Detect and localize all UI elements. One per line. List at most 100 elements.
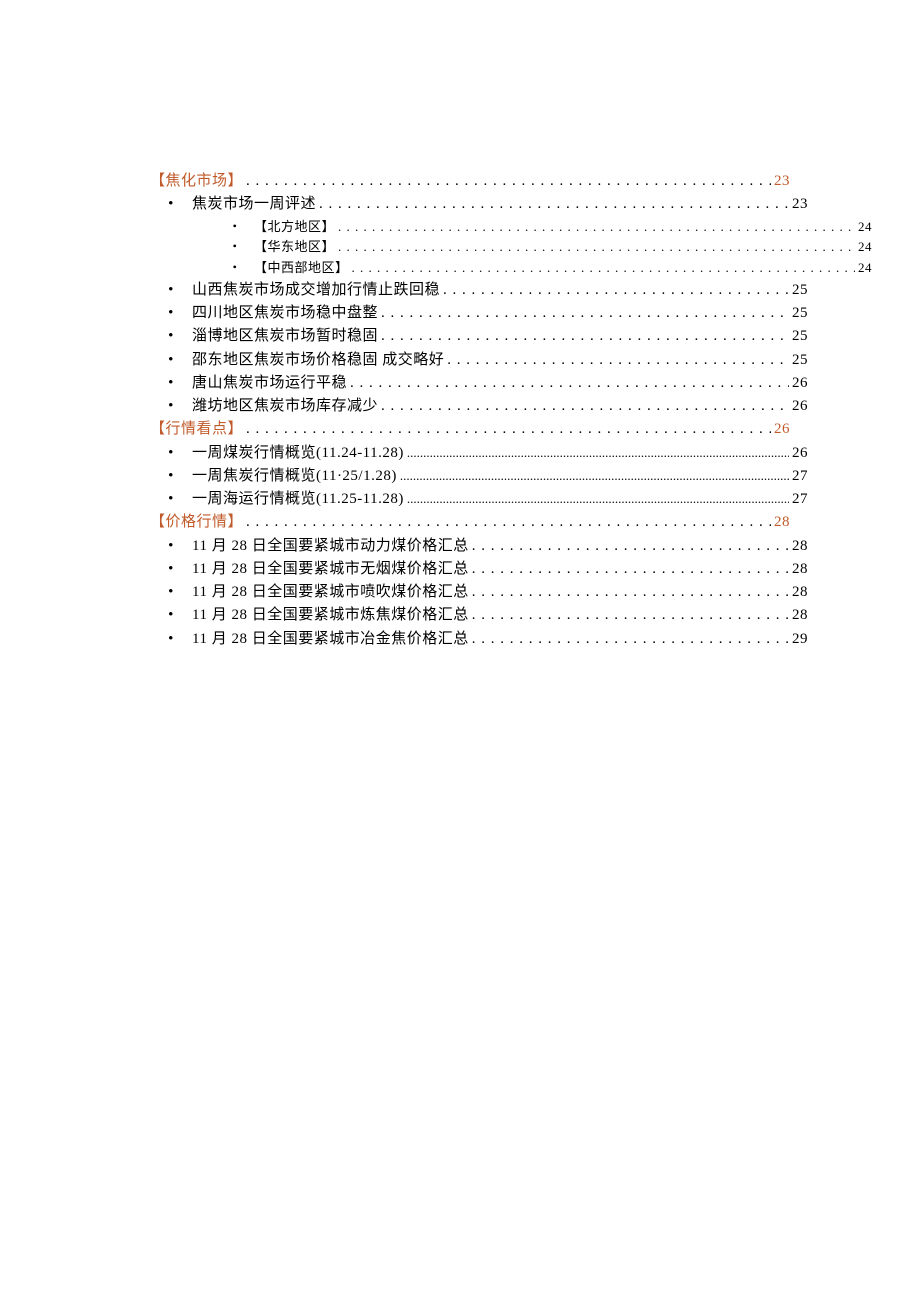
- toc-item[interactable]: •11 月 28 日全国要紧城市动力煤价格汇总 28: [150, 535, 808, 558]
- leader-dots: [472, 581, 789, 604]
- toc-item-label: •一周焦炭行情概览(11·25/1.28): [168, 465, 397, 488]
- toc-subitem[interactable]: •【中西部地区】 24: [150, 258, 872, 279]
- page-number: 25: [792, 325, 808, 348]
- leader-dots: [381, 302, 789, 325]
- leader-dots: [338, 237, 855, 258]
- page-number: 29: [792, 628, 808, 651]
- toc-item[interactable]: •唐山焦炭市场运行平稳 26: [150, 372, 808, 395]
- bullet-icon: •: [168, 193, 174, 216]
- toc-item[interactable]: •一周焦炭行情概览(11·25/1.28) 27: [150, 465, 808, 488]
- toc-item-label: •四川地区焦炭市场稳中盘整: [168, 302, 378, 325]
- page-number: 26: [792, 372, 808, 395]
- toc-subitem[interactable]: •【华东地区】 24: [150, 237, 872, 258]
- toc-item-label: •11 月 28 日全国要紧城市无烟煤价格汇总: [168, 558, 469, 581]
- toc-item[interactable]: •11 月 28 日全国要紧城市喷吹煤价格汇总 28: [150, 581, 808, 604]
- toc-item-label: •山西焦炭市场成交增加行情止跌回稳: [168, 279, 440, 302]
- toc-section-heading[interactable]: 【焦化市场】 23: [150, 170, 790, 193]
- page-number: 27: [792, 465, 808, 488]
- leader-dots: [381, 325, 789, 348]
- page-number: 28: [792, 604, 808, 627]
- toc-item-label: •11 月 28 日全国要紧城市动力煤价格汇总: [168, 535, 469, 558]
- toc-item[interactable]: •一周煤炭行情概览(11.24-11.28) 26: [150, 442, 808, 465]
- toc-item-label: •淄博地区焦炭市场暂时稳固: [168, 325, 378, 348]
- leader-dots: [407, 488, 789, 511]
- leader-dots: [472, 628, 789, 651]
- page-number: 24: [858, 217, 872, 238]
- toc-subitem[interactable]: •【北方地区】 24: [150, 217, 872, 238]
- toc-item-label: •邵东地区焦炭市场价格稳固 成交略好: [168, 349, 444, 372]
- bullet-icon: •: [168, 488, 174, 511]
- bullet-icon: •: [168, 604, 174, 627]
- toc-item-label: •一周煤炭行情概览(11.24-11.28): [168, 442, 404, 465]
- bullet-icon: •: [168, 628, 174, 651]
- toc-item-label: •焦炭市场一周评述: [168, 193, 316, 216]
- leader-dots: [319, 193, 789, 216]
- leader-dots: [381, 395, 789, 418]
- bullet-icon: •: [168, 302, 174, 325]
- leader-dots: [472, 535, 789, 558]
- bullet-icon: •: [168, 581, 174, 604]
- section-title: 【价格行情】: [150, 511, 243, 534]
- bullet-icon: •: [232, 237, 238, 256]
- bullet-icon: •: [168, 442, 174, 465]
- toc-item[interactable]: •11 月 28 日全国要紧城市冶金焦价格汇总 29: [150, 628, 808, 651]
- toc-item[interactable]: •11 月 28 日全国要紧城市无烟煤价格汇总 28: [150, 558, 808, 581]
- leader-dots: [472, 558, 789, 581]
- page-number: 28: [792, 535, 808, 558]
- leader-dots: [246, 418, 771, 441]
- page-number: 24: [858, 237, 872, 258]
- leader-dots: [407, 442, 789, 465]
- leader-dots: [447, 349, 789, 372]
- leader-dots: [246, 170, 771, 193]
- toc-item-label: •潍坊地区焦炭市场库存减少: [168, 395, 378, 418]
- leader-dots: [472, 604, 789, 627]
- toc-subitem-label: •【华东地区】: [232, 237, 335, 258]
- toc-item[interactable]: •焦炭市场一周评述 23: [150, 193, 808, 216]
- bullet-icon: •: [168, 372, 174, 395]
- page-number: 25: [792, 302, 808, 325]
- page-number: 25: [792, 349, 808, 372]
- leader-dots: [400, 465, 789, 488]
- page-number: 28: [774, 511, 790, 534]
- toc-item[interactable]: •山西焦炭市场成交增加行情止跌回稳 25: [150, 279, 808, 302]
- toc-subitem-label: •【中西部地区】: [232, 258, 349, 279]
- toc-item[interactable]: •11 月 28 日全国要紧城市炼焦煤价格汇总 28: [150, 604, 808, 627]
- toc-item-label: •11 月 28 日全国要紧城市炼焦煤价格汇总: [168, 604, 469, 627]
- toc-item[interactable]: •淄博地区焦炭市场暂时稳固 25: [150, 325, 808, 348]
- bullet-icon: •: [168, 558, 174, 581]
- toc-item[interactable]: •一周海运行情概览(11.25-11.28) 27: [150, 488, 808, 511]
- bullet-icon: •: [168, 395, 174, 418]
- bullet-icon: •: [168, 279, 174, 302]
- page-number: 26: [774, 418, 790, 441]
- bullet-icon: •: [168, 535, 174, 558]
- toc-item[interactable]: •潍坊地区焦炭市场库存减少 26: [150, 395, 808, 418]
- toc-section-heading[interactable]: 【价格行情】 28: [150, 511, 790, 534]
- toc-item-label: •一周海运行情概览(11.25-11.28): [168, 488, 404, 511]
- page-number: 27: [792, 488, 808, 511]
- page-number: 26: [792, 442, 808, 465]
- toc-item-label: •11 月 28 日全国要紧城市冶金焦价格汇总: [168, 628, 469, 651]
- page-number: 26: [792, 395, 808, 418]
- bullet-icon: •: [168, 349, 174, 372]
- page-number: 23: [774, 170, 790, 193]
- toc-item-label: •11 月 28 日全国要紧城市喷吹煤价格汇总: [168, 581, 469, 604]
- toc-subitem-label: •【北方地区】: [232, 217, 335, 238]
- leader-dots: [443, 279, 789, 302]
- toc-page: 【焦化市场】 23 •焦炭市场一周评述 23 •【北方地区】 24 •【华东地区…: [0, 0, 920, 1301]
- leader-dots: [338, 217, 855, 238]
- bullet-icon: •: [168, 465, 174, 488]
- bullet-icon: •: [232, 258, 238, 277]
- leader-dots: [350, 372, 789, 395]
- toc-section-heading[interactable]: 【行情看点】 26: [150, 418, 790, 441]
- page-number: 28: [792, 581, 808, 604]
- page-number: 28: [792, 558, 808, 581]
- leader-dots: [352, 258, 855, 279]
- toc-item[interactable]: •邵东地区焦炭市场价格稳固 成交略好 25: [150, 349, 808, 372]
- bullet-icon: •: [232, 217, 238, 236]
- page-number: 25: [792, 279, 808, 302]
- section-title: 【行情看点】: [150, 418, 243, 441]
- page-number: 23: [792, 193, 808, 216]
- bullet-icon: •: [168, 325, 174, 348]
- toc-item[interactable]: •四川地区焦炭市场稳中盘整 25: [150, 302, 808, 325]
- section-title: 【焦化市场】: [150, 170, 243, 193]
